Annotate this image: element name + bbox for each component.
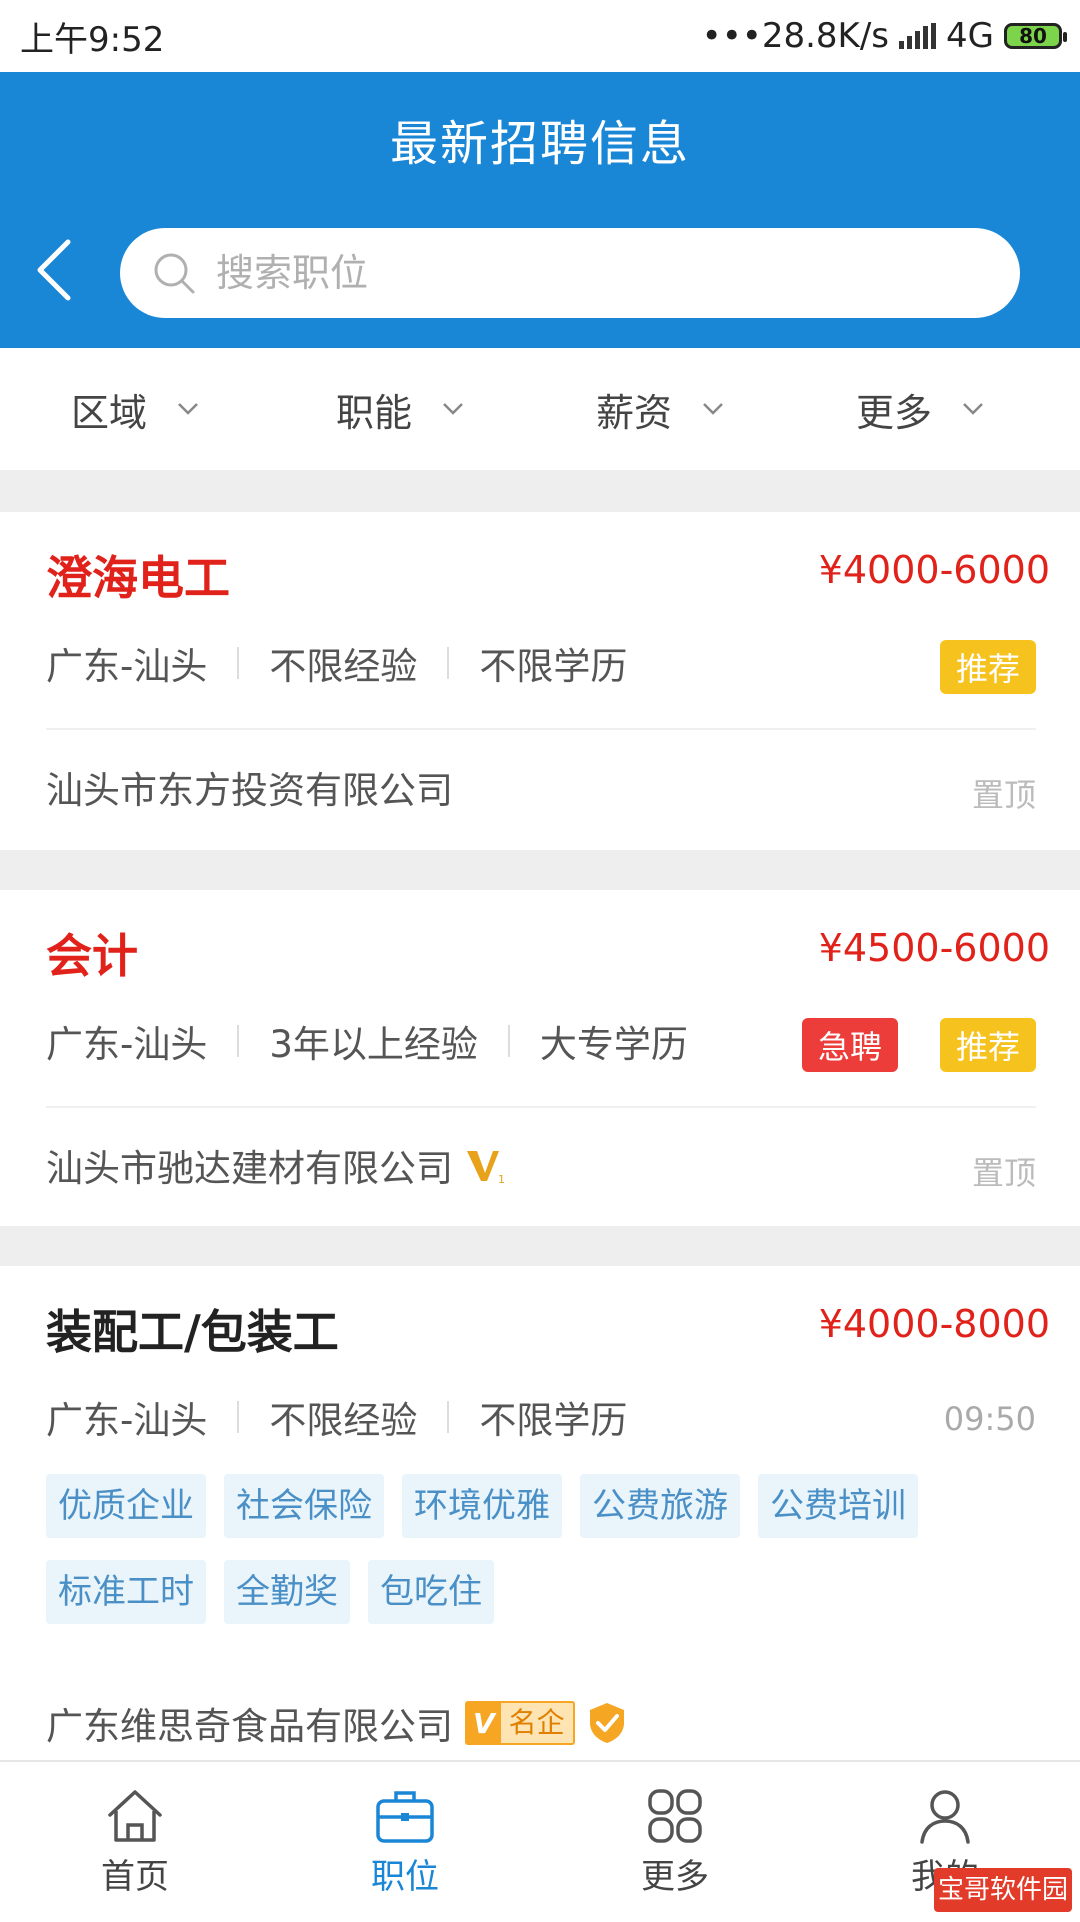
- job-experience: 不限经验: [269, 1399, 418, 1442]
- job-title: 会计: [46, 929, 138, 983]
- search-box[interactable]: [120, 228, 1020, 318]
- filter-label: 职能: [335, 390, 412, 435]
- shield-check-icon: [589, 1703, 624, 1743]
- battery-icon: 80: [1004, 23, 1067, 49]
- benefit-tag: 社会保险: [224, 1474, 384, 1538]
- status-bar: 上午9:52 •••28.8K/s 4G 80: [0, 0, 1080, 72]
- tab-more[interactable]: 更多: [540, 1762, 810, 1922]
- chevron-left-icon: [37, 239, 71, 301]
- network-type: 4G: [946, 16, 994, 56]
- pinned-label: 置顶: [971, 776, 1036, 814]
- tab-label: 首页: [101, 1856, 169, 1897]
- tab-label: 更多: [641, 1856, 709, 1897]
- back-button[interactable]: [28, 232, 88, 308]
- recommend-badge: 推荐: [939, 1018, 1036, 1072]
- famous-company-badge: V 名企: [465, 1701, 575, 1745]
- grid-icon: [648, 1788, 702, 1843]
- bottom-tab-bar: 首页 职位 更多 我的: [0, 1760, 1080, 1922]
- home-icon: [108, 1789, 162, 1842]
- filter-region[interactable]: 区域: [0, 382, 270, 437]
- job-meta: 广东-汕头 不限经验 不限学历: [46, 1390, 627, 1444]
- filter-bar: 区域 职能 薪资 更多: [0, 348, 1080, 470]
- job-education: 不限学历: [479, 1399, 628, 1442]
- svg-text:1: 1: [498, 1173, 505, 1185]
- job-location: 广东-汕头: [46, 645, 208, 688]
- company-label: 汕头市驰达建材有限公司: [46, 1147, 453, 1190]
- company-name: 汕头市东方投资有限公司: [46, 760, 453, 814]
- job-card[interactable]: 会计 ¥4500-6000 广东-汕头 3年以上经验 大专学历 急聘 推荐 汕头…: [0, 890, 1080, 1226]
- separator: [507, 1025, 510, 1057]
- separator: [237, 647, 240, 679]
- network-speed: •••28.8K/s: [701, 16, 890, 56]
- separator: [237, 1025, 240, 1057]
- job-card[interactable]: 澄海电工 ¥4000-6000 广东-汕头 不限经验 不限学历 推荐 汕头市东方…: [0, 512, 1080, 850]
- status-right: •••28.8K/s 4G 80: [701, 16, 1067, 56]
- benefit-tag: 包吃住: [368, 1560, 494, 1624]
- header: 最新招聘信息: [0, 72, 1080, 348]
- separator: [447, 1401, 450, 1433]
- job-title: 装配工/包装工: [46, 1305, 339, 1359]
- famous-company-label: 名企: [500, 1703, 573, 1743]
- briefcase-icon: [376, 1790, 434, 1843]
- filter-function[interactable]: 职能: [270, 382, 530, 437]
- filter-salary[interactable]: 薪资: [530, 382, 790, 437]
- search-icon: [154, 253, 195, 294]
- divider: [46, 1106, 1036, 1108]
- battery-level: 80: [1019, 24, 1047, 48]
- job-experience: 不限经验: [269, 645, 418, 688]
- benefit-tag: 公费旅游: [580, 1474, 740, 1538]
- benefit-tag: 优质企业: [46, 1474, 206, 1538]
- job-education: 不限学历: [479, 645, 628, 688]
- company-name: 汕头市驰达建材有限公司 1: [46, 1138, 505, 1192]
- search-input[interactable]: [214, 250, 978, 296]
- filter-label: 更多: [855, 390, 932, 435]
- job-list: 澄海电工 ¥4000-6000 广东-汕头 不限经验 不限学历 推荐 汕头市东方…: [0, 512, 1080, 1826]
- benefit-tag: 公费培训: [758, 1474, 918, 1538]
- filter-label: 区域: [70, 390, 147, 435]
- job-salary: ¥4000-8000: [818, 1302, 1050, 1346]
- job-location: 广东-汕头: [46, 1399, 208, 1442]
- company-name: 广东维思奇食品有限公司 V 名企: [46, 1696, 627, 1750]
- chevron-down-icon: [963, 403, 983, 415]
- benefit-tag: 标准工时: [46, 1560, 206, 1624]
- chevron-down-icon: [178, 403, 198, 415]
- page-title: 最新招聘信息: [389, 116, 690, 172]
- benefit-tag: 全勤奖: [224, 1560, 350, 1624]
- job-title: 澄海电工: [46, 551, 230, 605]
- chevron-down-icon: [443, 403, 463, 415]
- filter-more[interactable]: 更多: [790, 382, 1050, 437]
- company-label: 广东维思奇食品有限公司: [46, 1705, 453, 1748]
- separator: [237, 1401, 240, 1433]
- job-badges: 急聘 推荐: [801, 1018, 1036, 1072]
- company-label: 汕头市东方投资有限公司: [46, 769, 453, 812]
- job-experience: 3年以上经验: [269, 1023, 478, 1066]
- job-meta: 广东-汕头 不限经验 不限学历: [46, 636, 627, 690]
- vip-v-icon: 1: [467, 1151, 505, 1185]
- status-time: 上午9:52: [20, 19, 165, 60]
- chevron-down-icon: [703, 403, 723, 415]
- job-meta: 广东-汕头 3年以上经验 大专学历: [46, 1014, 688, 1068]
- watermark: 宝哥软件园: [934, 1868, 1072, 1912]
- job-salary: ¥4000-6000: [818, 548, 1050, 592]
- separator: [447, 647, 450, 679]
- user-icon: [920, 1789, 970, 1844]
- job-badges: 推荐: [939, 640, 1036, 694]
- divider: [46, 728, 1036, 730]
- urgent-badge: 急聘: [801, 1018, 898, 1072]
- benefit-tags: 优质企业 社会保险 环境优雅 公费旅游 公费培训 标准工时 全勤奖 包吃住: [46, 1474, 1046, 1624]
- job-salary: ¥4500-6000: [818, 926, 1050, 970]
- signal-icon: [899, 23, 937, 49]
- recommend-badge: 推荐: [939, 640, 1036, 694]
- post-time: 09:50: [943, 1400, 1036, 1438]
- vip-v-icon: V: [473, 1706, 495, 1740]
- pinned-label: 置顶: [971, 1154, 1036, 1192]
- tab-label: 职位: [371, 1856, 439, 1897]
- job-card[interactable]: 装配工/包装工 ¥4000-8000 广东-汕头 不限经验 不限学历 09:50…: [0, 1266, 1080, 1786]
- benefit-tag: 环境优雅: [402, 1474, 562, 1538]
- filter-label: 薪资: [595, 390, 672, 435]
- tab-home[interactable]: 首页: [0, 1762, 270, 1922]
- job-education: 大专学历: [539, 1023, 688, 1066]
- tab-jobs[interactable]: 职位: [270, 1762, 540, 1922]
- job-location: 广东-汕头: [46, 1023, 208, 1066]
